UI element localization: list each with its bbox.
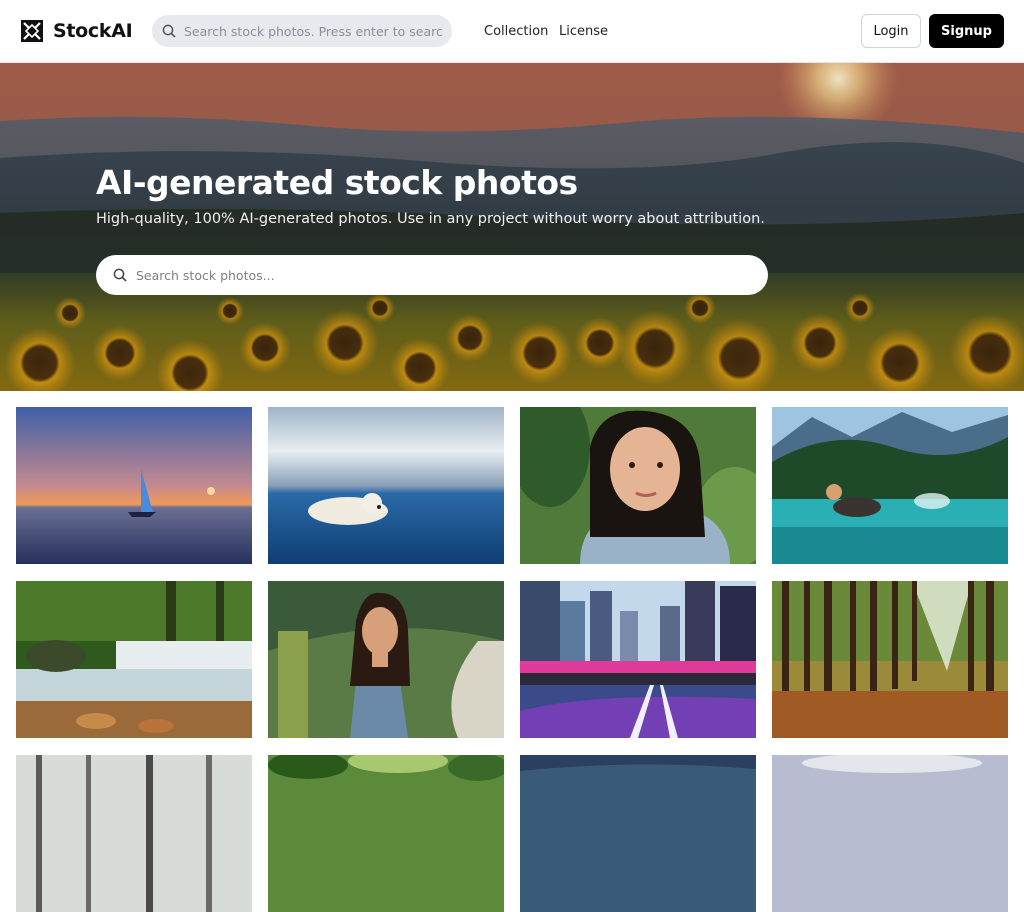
sailboat-sunset-image xyxy=(16,407,252,564)
photo-polar-bear-ocean[interactable] xyxy=(268,407,504,564)
photo-husky-in-lake[interactable] xyxy=(772,407,1008,564)
photo-sailboat-sunset[interactable] xyxy=(16,407,252,564)
login-button[interactable]: Login xyxy=(861,14,921,48)
blue-dunes-image xyxy=(520,755,756,912)
woman-blue-dress-trail-image xyxy=(268,581,504,738)
photo-blue-dunes[interactable] xyxy=(520,755,756,912)
polar-bear-ocean-image xyxy=(268,407,504,564)
photo-misty-birch-forest[interactable] xyxy=(16,755,252,912)
stockai-logo-icon xyxy=(21,20,43,42)
signup-button[interactable]: Signup xyxy=(929,14,1004,48)
pine-forest-image xyxy=(772,581,1008,738)
header-search-input[interactable] xyxy=(184,23,444,39)
hero-subtitle: High-quality, 100% AI-generated photos. … xyxy=(96,211,765,227)
photo-pine-forest[interactable] xyxy=(772,581,1008,738)
top-navigation-bar: StockAI Collection License Login Signup xyxy=(0,0,1024,63)
brand-name: StockAI xyxy=(53,20,133,42)
nav-collection-link[interactable]: Collection xyxy=(484,24,548,39)
cloudy-sky-image xyxy=(772,755,1008,912)
photo-grid xyxy=(16,407,1008,912)
forest-waterfall-image xyxy=(16,581,252,738)
photo-woman-blue-dress-trail[interactable] xyxy=(268,581,504,738)
header-search-bar[interactable] xyxy=(152,15,452,47)
photo-woman-portrait-leaves[interactable] xyxy=(520,407,756,564)
photo-city-street-neon[interactable] xyxy=(520,581,756,738)
brand-logo-link[interactable]: StockAI xyxy=(20,18,133,44)
photo-green-foliage[interactable] xyxy=(268,755,504,912)
nav-license-link[interactable]: License xyxy=(559,24,608,39)
hero-search-input[interactable] xyxy=(136,267,736,283)
green-foliage-image xyxy=(268,755,504,912)
woman-portrait-leaves-image xyxy=(520,407,756,564)
hero-banner: AI-generated stock photos High-quality, … xyxy=(0,63,1024,391)
photo-cloudy-sky[interactable] xyxy=(772,755,1008,912)
city-street-neon-image xyxy=(520,581,756,738)
misty-birch-forest-image xyxy=(16,755,252,912)
hero-title: AI-generated stock photos xyxy=(96,163,578,202)
photo-forest-waterfall[interactable] xyxy=(16,581,252,738)
husky-in-lake-image xyxy=(772,407,1008,564)
hero-background-image xyxy=(0,63,1024,391)
search-icon xyxy=(162,24,176,38)
search-icon xyxy=(113,268,127,282)
hero-search-bar[interactable] xyxy=(96,255,768,295)
